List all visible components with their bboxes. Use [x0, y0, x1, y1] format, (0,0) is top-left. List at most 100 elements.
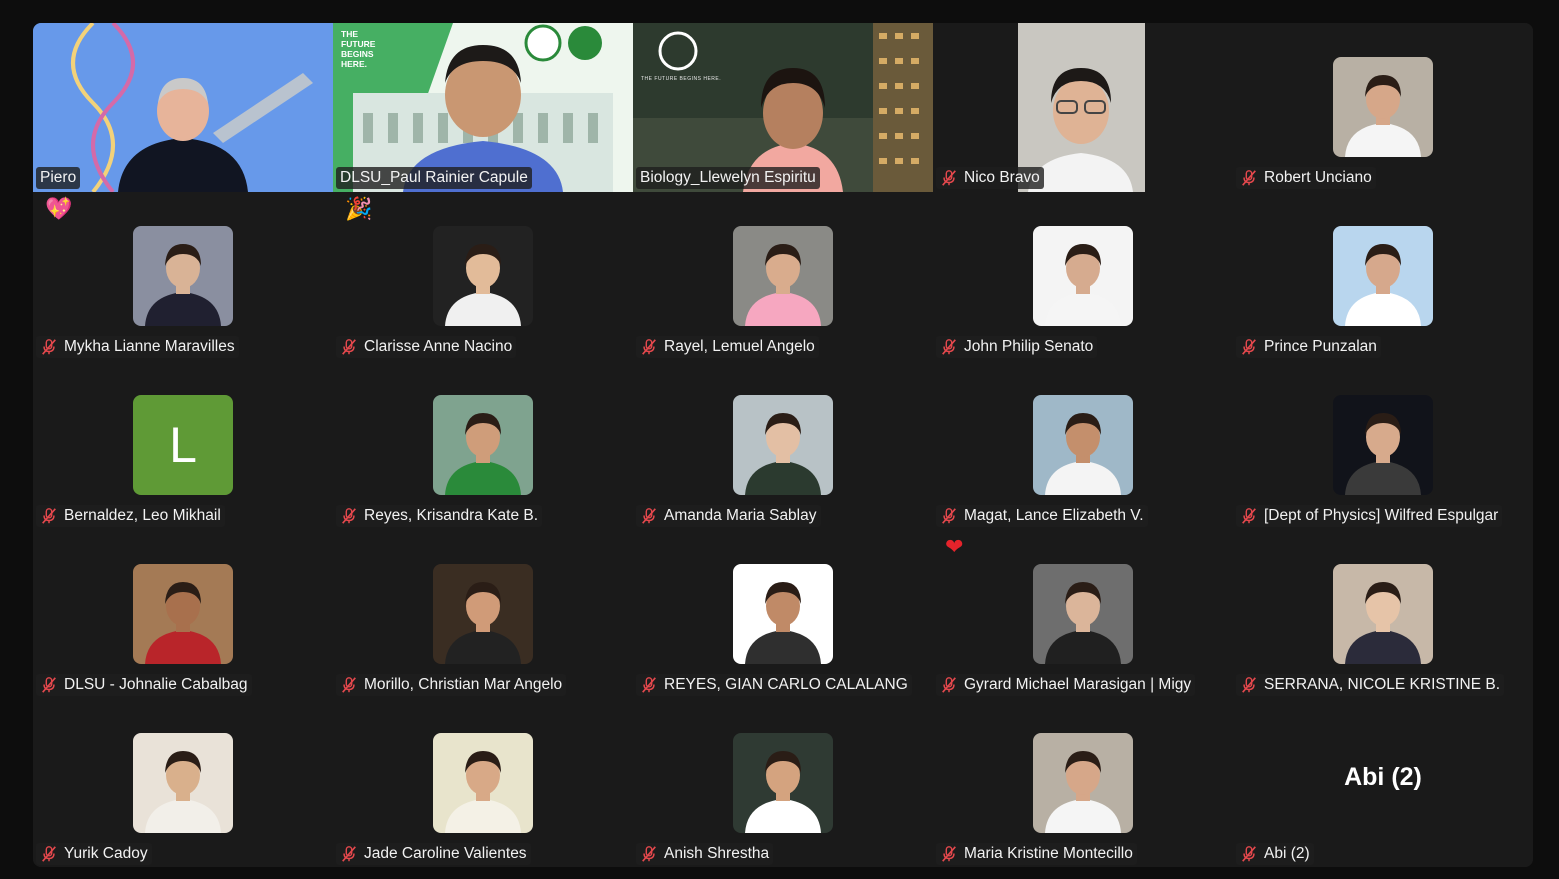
participant-name-tag: [Dept of Physics] Wilfred Espulgar	[1236, 505, 1503, 527]
participant-tile[interactable]: Piero	[33, 23, 333, 192]
initial-avatar: L	[133, 395, 233, 495]
participant-name: DLSU_Paul Rainier Capule	[340, 169, 528, 186]
banner-small-text: THE FUTURE BEGINS HERE.	[641, 76, 722, 82]
mic-muted-icon	[942, 677, 956, 693]
participant-tile[interactable]: Nico Bravo	[933, 23, 1233, 192]
mic-muted-icon	[942, 170, 956, 186]
participant-tile[interactable]: Abi (2) Abi (2)	[1233, 699, 1533, 867]
participant-tile[interactable]: Robert Unciano	[1233, 23, 1533, 192]
participant-tile[interactable]: ❤ Gyrard Michael Marasigan | Migy	[933, 530, 1233, 699]
participant-tile[interactable]: THE FUTURE BEGINS HERE. DLSU_Paul Rainier Ca…	[333, 23, 633, 192]
mic-muted-icon	[1242, 846, 1256, 862]
participant-name-tag: SERRANA, NICOLE KRISTINE B.	[1236, 674, 1504, 696]
participant-name: SERRANA, NICOLE KRISTINE B.	[1264, 676, 1500, 693]
participant-tile[interactable]: Reyes, Krisandra Kate B.	[333, 361, 633, 530]
banner-line: BEGINS	[341, 49, 374, 59]
participant-name: [Dept of Physics] Wilfred Espulgar	[1264, 507, 1499, 524]
mic-muted-icon	[642, 339, 656, 355]
participant-name-tag: Reyes, Krisandra Kate B.	[336, 505, 543, 527]
participant-name-tag: Piero	[36, 167, 81, 189]
participant-name-tag: Yurik Cadoy	[36, 843, 152, 865]
participant-name: Nico Bravo	[964, 169, 1040, 186]
participant-name: Abi (2)	[1264, 845, 1310, 862]
mic-muted-icon	[42, 846, 56, 862]
participant-name-tag: Abi (2)	[1236, 843, 1314, 865]
participant-name-tag: Biology_Llewelyn Espiritu	[636, 167, 820, 189]
participant-name: Clarisse Anne Nacino	[364, 338, 513, 355]
participant-tile[interactable]: Morillo, Christian Mar Angelo	[333, 530, 633, 699]
mic-muted-icon	[642, 677, 656, 693]
avatar	[733, 564, 833, 664]
participant-name: Yurik Cadoy	[64, 845, 148, 862]
participant-tile[interactable]: Prince Punzalan	[1233, 192, 1533, 361]
heart-icon: ❤	[945, 534, 964, 559]
avatar	[433, 564, 533, 664]
participant-name: Amanda Maria Sablay	[664, 507, 817, 524]
participant-tile[interactable]: Anish Shrestha	[633, 699, 933, 867]
mic-muted-icon	[42, 508, 56, 524]
participant-tile[interactable]: 💖 Mykha Lianne Maravilles	[33, 192, 333, 361]
heart-sparkle-icon: 💖	[45, 196, 73, 221]
mic-muted-icon	[642, 508, 656, 524]
avatar	[733, 395, 833, 495]
participant-name: Bernaldez, Leo Mikhail	[64, 507, 221, 524]
participant-tile[interactable]: REYES, GIAN CARLO CALALANG	[633, 530, 933, 699]
participant-name: DLSU - Johnalie Cabalbag	[64, 676, 248, 693]
avatar	[433, 226, 533, 326]
participant-name-tag: DLSU - Johnalie Cabalbag	[36, 674, 252, 696]
mic-muted-icon	[1242, 508, 1256, 524]
participant-name-tag: DLSU_Paul Rainier Capule	[336, 167, 532, 189]
participant-tile[interactable]: John Philip Senato	[933, 192, 1233, 361]
participant-name-tag: Mykha Lianne Maravilles	[36, 336, 239, 358]
avatar	[1033, 733, 1133, 833]
participant-gallery: Piero THE FUTURE BEGINS HERE. DLSU_Paul Raini…	[33, 23, 1533, 867]
mic-muted-icon	[1242, 339, 1256, 355]
participant-tile[interactable]: Rayel, Lemuel Angelo	[633, 192, 933, 361]
mic-muted-icon	[1242, 677, 1256, 693]
avatar	[1333, 226, 1433, 326]
participant-name-tag: Nico Bravo	[936, 167, 1044, 189]
participant-tile[interactable]: Maria Kristine Montecillo	[933, 699, 1233, 867]
participant-tile[interactable]: L Bernaldez, Leo Mikhail	[33, 361, 333, 530]
party-popper-icon: 🎉	[345, 196, 373, 221]
participant-name: Maria Kristine Montecillo	[964, 845, 1133, 862]
participant-name-tag: John Philip Senato	[936, 336, 1098, 358]
participant-name: REYES, GIAN CARLO CALALANG	[664, 676, 908, 693]
participant-tile[interactable]: THE FUTURE BEGINS HERE. Biology_Llewelyn …	[633, 23, 933, 192]
participant-name: Anish Shrestha	[664, 845, 770, 862]
participant-name: Robert Unciano	[1264, 169, 1372, 186]
participant-name: Gyrard Michael Marasigan | Migy	[964, 676, 1192, 693]
participant-tile[interactable]: SERRANA, NICOLE KRISTINE B.	[1233, 530, 1533, 699]
participant-name-tag: Prince Punzalan	[1236, 336, 1381, 358]
mic-muted-icon	[942, 508, 956, 524]
participant-tile[interactable]: Amanda Maria Sablay	[633, 361, 933, 530]
avatar	[1333, 564, 1433, 664]
avatar	[433, 733, 533, 833]
participant-tile[interactable]: Jade Caroline Valientes	[333, 699, 633, 867]
participant-tile[interactable]: DLSU - Johnalie Cabalbag	[33, 530, 333, 699]
participant-name: Biology_Llewelyn Espiritu	[640, 169, 816, 186]
participant-name: Piero	[40, 169, 77, 186]
participant-name-tag: Bernaldez, Leo Mikhail	[36, 505, 225, 527]
mic-muted-icon	[942, 846, 956, 862]
display-name-placeholder: Abi (2)	[1344, 763, 1422, 791]
mic-muted-icon	[342, 508, 356, 524]
mic-muted-icon	[342, 677, 356, 693]
participant-name: Rayel, Lemuel Angelo	[664, 338, 815, 355]
avatar	[1333, 395, 1433, 495]
participant-name-tag: Robert Unciano	[1236, 167, 1376, 189]
avatar	[1033, 395, 1133, 495]
participant-tile[interactable]: [Dept of Physics] Wilfred Espulgar	[1233, 361, 1533, 530]
mic-muted-icon	[1242, 170, 1256, 186]
avatar	[133, 733, 233, 833]
participant-name: Magat, Lance Elizabeth V.	[964, 507, 1144, 524]
avatar	[1033, 226, 1133, 326]
mic-muted-icon	[342, 846, 356, 862]
avatar	[1033, 564, 1133, 664]
participant-tile[interactable]: Magat, Lance Elizabeth V.	[933, 361, 1233, 530]
participant-tile[interactable]: Yurik Cadoy	[33, 699, 333, 867]
participant-name-tag: Jade Caroline Valientes	[336, 843, 531, 865]
participant-tile[interactable]: 🎉 Clarisse Anne Nacino	[333, 192, 633, 361]
participant-name: Morillo, Christian Mar Angelo	[364, 676, 563, 693]
banner-line: THE	[341, 29, 358, 39]
